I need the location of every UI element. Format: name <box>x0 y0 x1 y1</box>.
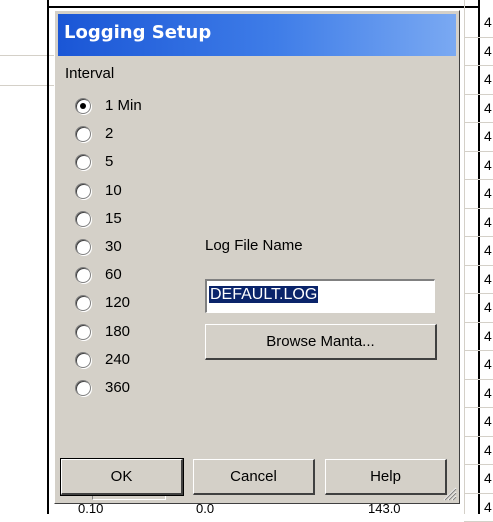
radio-label: 180 <box>105 322 131 340</box>
interval-label: Interval <box>65 65 115 82</box>
sheet-cell: 4 <box>484 71 492 87</box>
logging-setup-dialog: Logging Setup Interval 1 Min 2 5 10 15 30 60 12… <box>54 10 460 504</box>
sheet-cell: 4 <box>484 128 492 144</box>
cancel-button[interactable]: Cancel <box>193 459 315 495</box>
sheet-cell: 4 <box>484 242 492 258</box>
sheet-cell: 4 <box>484 442 492 458</box>
radio-label: 30 <box>105 238 122 255</box>
radio-button[interactable] <box>75 239 91 255</box>
radio-label: 10 <box>105 181 122 199</box>
radio-button[interactable] <box>75 126 91 143</box>
radio-button[interactable] <box>75 154 91 171</box>
radio-button[interactable] <box>75 267 91 284</box>
log-file-name-label: Log File Name <box>205 237 303 254</box>
radio-label: 360 <box>105 379 131 396</box>
dialog-title: Logging Setup <box>64 22 212 43</box>
sheet-border-left <box>47 0 49 514</box>
sheet-cell: 4 <box>484 499 492 515</box>
sheet-cell: 4 <box>484 271 492 287</box>
log-file-name-value: DEFAULT.LOG <box>209 286 319 303</box>
sheet-cell: 4 <box>484 328 492 344</box>
radio-label: 5 <box>105 153 114 171</box>
sheet-cell: 4 <box>484 356 492 372</box>
radio-label: 2 <box>105 125 114 143</box>
sheet-cell: 4 <box>484 185 492 201</box>
sheet-cell: 4 <box>484 100 492 116</box>
radio-button[interactable] <box>75 210 91 227</box>
radio-button[interactable] <box>75 182 91 199</box>
radio-label: 60 <box>105 266 122 284</box>
radio-label: 1 Min <box>105 97 142 114</box>
ok-button[interactable]: OK <box>60 458 184 496</box>
radio-label: 15 <box>105 209 122 227</box>
sheet-cell: 0.0 <box>196 503 215 514</box>
dialog-titlebar[interactable]: Logging Setup <box>58 14 456 56</box>
help-button[interactable]: Help <box>325 459 447 495</box>
sheet-border-top <box>47 6 480 8</box>
sheet-cell: 4 <box>484 157 492 173</box>
radio-button[interactable] <box>75 351 91 368</box>
resize-grip-icon[interactable] <box>441 485 457 501</box>
browse-manta-button[interactable]: Browse Manta... <box>205 324 437 360</box>
radio-label: 240 <box>105 350 131 368</box>
log-file-name-input[interactable]: DEFAULT.LOG <box>205 279 435 313</box>
sheet-cell: 143.0 <box>368 503 401 514</box>
sheet-cell: 4 <box>484 413 492 429</box>
sheet-cell: 4 <box>484 214 492 230</box>
radio-selected-dot <box>80 103 86 109</box>
sheet-cell: 4 <box>484 299 492 315</box>
sheet-cell: 4 <box>484 385 492 401</box>
radio-button[interactable] <box>75 323 91 340</box>
radio-label: 120 <box>105 294 131 312</box>
radio-button[interactable] <box>75 380 91 396</box>
radio-button[interactable] <box>75 295 91 312</box>
sheet-cell: 4 <box>484 470 492 486</box>
sheet-cell: 4 <box>484 43 492 59</box>
radio-button[interactable] <box>75 98 91 114</box>
sheet-cell: 4 <box>484 14 492 30</box>
sheet-cell: 0.10 <box>78 503 104 514</box>
